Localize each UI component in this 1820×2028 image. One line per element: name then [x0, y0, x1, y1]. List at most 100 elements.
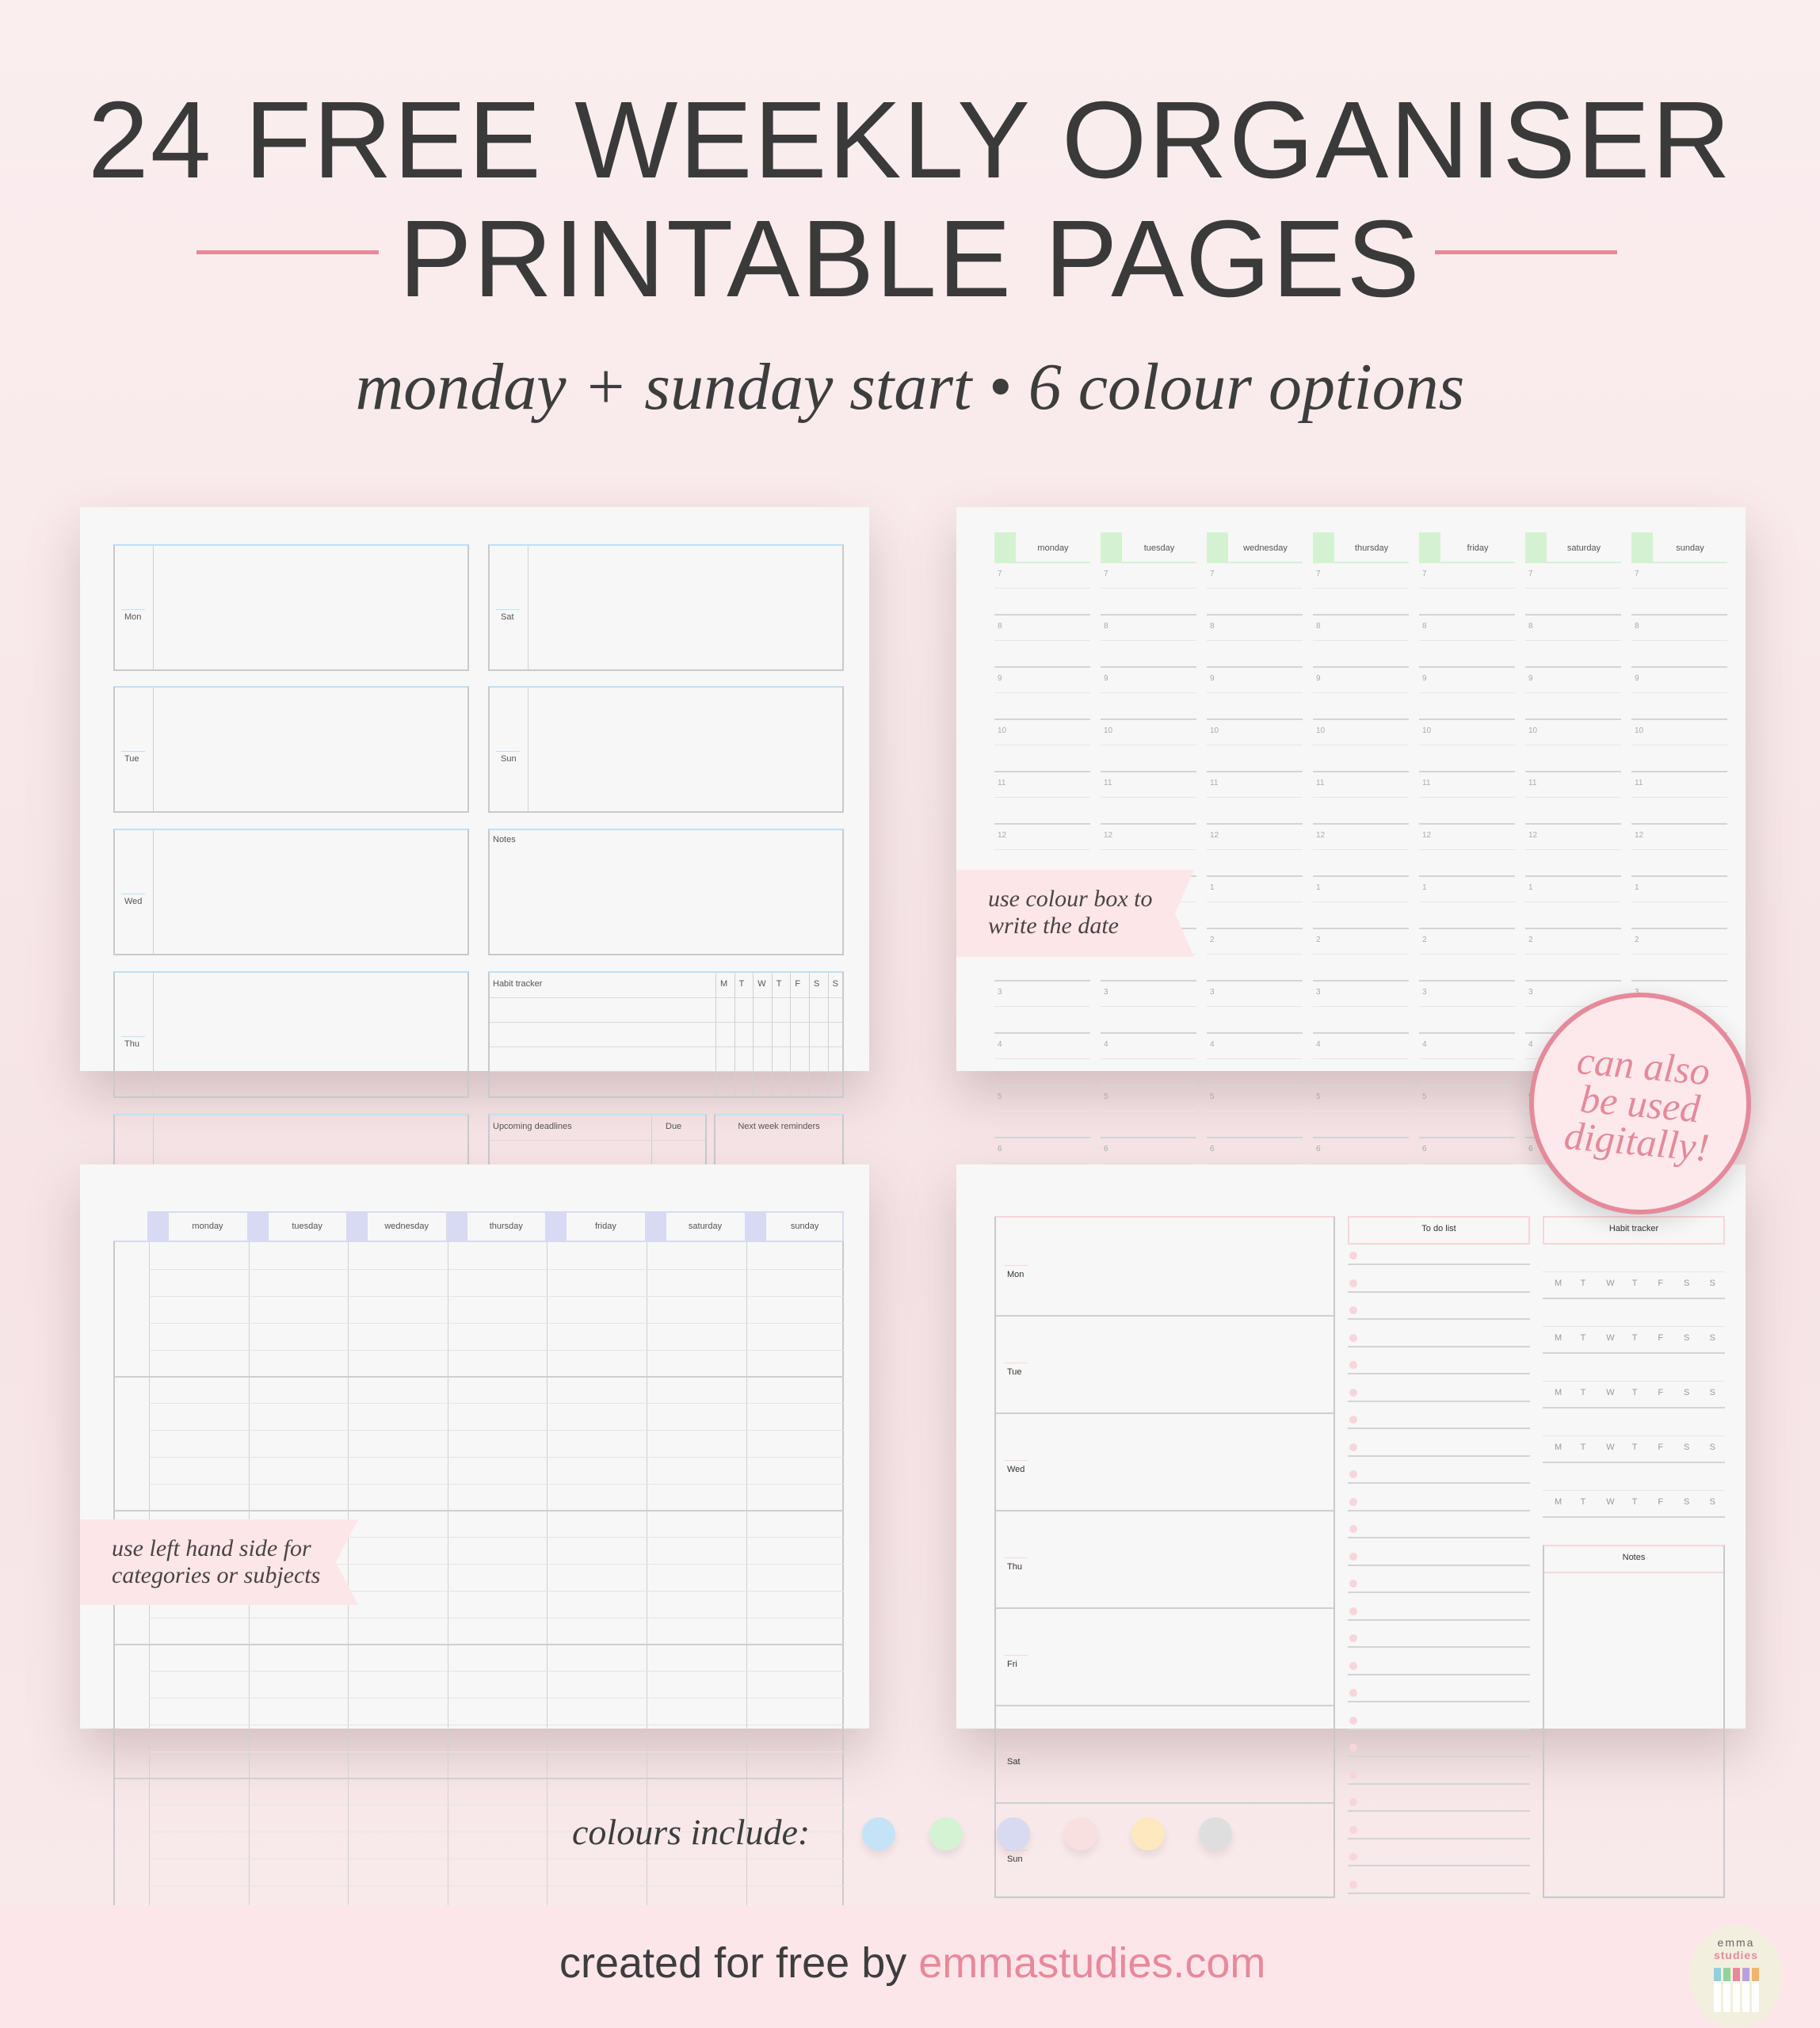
todo-bullet-icon[interactable] [1349, 1279, 1357, 1287]
hour-line [1525, 980, 1621, 982]
day-column-wednesday[interactable]: wednesday7891011121234567 [1207, 507, 1303, 1243]
half-hour-line [994, 588, 1090, 589]
hour-line [1631, 980, 1727, 982]
hour-label: 12 [1422, 831, 1432, 840]
todo-bullet-icon[interactable] [1349, 1388, 1357, 1397]
habit-day-label: F [1658, 1388, 1664, 1397]
hour-line [1207, 875, 1303, 877]
todo-line [1348, 1509, 1530, 1511]
todo-bullet-icon[interactable] [1349, 1416, 1357, 1424]
todo-line [1348, 1646, 1530, 1648]
day-header: sunday [1676, 543, 1704, 553]
date-colour-box [1419, 532, 1440, 562]
notes-box[interactable]: Notes [488, 829, 844, 955]
habit-day-label: T [1580, 1388, 1586, 1397]
sub-line [149, 1671, 844, 1672]
day-label-divider [153, 973, 154, 1096]
todo-bullet-icon[interactable] [1349, 1853, 1357, 1861]
day-box-sun[interactable]: Sun [488, 686, 844, 813]
hour-label: 7 [1422, 570, 1427, 578]
habit-tracker-box[interactable]: Habit tracker M T W T F S S [488, 971, 844, 1098]
block-line [115, 1778, 844, 1779]
day-box-sat[interactable]: Sat [488, 544, 844, 671]
hour-label: 4 [998, 1040, 1002, 1049]
todo-line [1348, 1755, 1530, 1757]
todo-line [1348, 1537, 1530, 1538]
day-label: Wed [124, 897, 143, 906]
notes-box[interactable]: Notes [1543, 1545, 1725, 1898]
day-box-thu[interactable]: Thu [113, 971, 469, 1098]
todo-header: To do list [1348, 1216, 1530, 1245]
half-hour-line [1207, 954, 1303, 955]
day-row-line [996, 1802, 1334, 1804]
logo-text-bottom: studies [1713, 1949, 1758, 1961]
date-colour-box [744, 1211, 766, 1241]
half-hour-line [1207, 640, 1303, 641]
habit-tracker-label: Habit tracker [493, 979, 543, 989]
hour-line [994, 719, 1090, 720]
habit-row-line [490, 1022, 842, 1023]
label-underline [1004, 1265, 1028, 1266]
todo-bullet-icon[interactable] [1349, 1607, 1357, 1615]
todo-bullet-icon[interactable] [1349, 1798, 1357, 1806]
hour-label: 8 [1422, 622, 1427, 631]
day-column-tuesday[interactable]: tuesday7891011121234567 [1101, 507, 1196, 1243]
hour-line [1101, 1032, 1196, 1034]
todo-bullet-icon[interactable] [1349, 1661, 1357, 1670]
divider-left [196, 250, 379, 254]
day-column-monday[interactable]: monday7891011121234567 [994, 507, 1090, 1243]
todo-bullet-icon[interactable] [1349, 1525, 1357, 1533]
hour-label: 11 [1104, 779, 1112, 787]
todo-line [1348, 1482, 1530, 1484]
todo-bullet-icon[interactable] [1349, 1552, 1357, 1561]
hour-label: 9 [1210, 674, 1215, 683]
footer-site-link[interactable]: emmastudies.com [918, 1939, 1265, 1987]
half-hour-line [1313, 1058, 1409, 1059]
block-line [115, 1510, 844, 1511]
hour-line [1207, 1137, 1303, 1138]
hour-line [1313, 614, 1409, 616]
day-column-friday[interactable]: friday7891011121234567 [1419, 507, 1515, 1243]
hour-line [1419, 823, 1515, 825]
hour-line [994, 614, 1090, 616]
todo-bullet-icon[interactable] [1349, 1634, 1357, 1642]
days-box[interactable]: Mon Tue Wed Thu Fri Sat Sun [994, 1216, 1335, 1898]
todo-bullet-icon[interactable] [1349, 1716, 1357, 1725]
day-column-saturday[interactable]: saturday7891011121234567 [1525, 507, 1621, 1243]
hour-line [1631, 719, 1727, 720]
todo-bullet-icon[interactable] [1349, 1443, 1357, 1451]
hour-line [1419, 771, 1515, 772]
hour-label: 2 [1635, 936, 1639, 944]
day-header: tuesday [1143, 543, 1175, 553]
todo-line [1348, 1428, 1530, 1429]
habit-top-line [1543, 1435, 1725, 1436]
todo-bullet-icon[interactable] [1349, 1361, 1357, 1369]
todo-bullet-icon[interactable] [1349, 1333, 1357, 1342]
hour-label: 6 [1528, 1145, 1533, 1153]
hour-line [1207, 614, 1303, 616]
day-box-wed[interactable]: Wed [113, 829, 469, 955]
hour-label: 5 [1316, 1092, 1321, 1101]
todo-bullet-icon[interactable] [1349, 1306, 1357, 1314]
half-hour-line [1207, 797, 1303, 798]
half-hour-line [1313, 588, 1409, 589]
hour-line [1313, 1137, 1409, 1138]
todo-bullet-icon[interactable] [1349, 1880, 1357, 1889]
todo-bullet-icon[interactable] [1349, 1689, 1357, 1697]
day-column-thursday[interactable]: thursday7891011121234567 [1313, 507, 1409, 1243]
todo-bullet-icon[interactable] [1349, 1497, 1357, 1506]
footer-prefix: created for free by [559, 1939, 907, 1987]
todo-bullet-icon[interactable] [1349, 1771, 1357, 1779]
hour-line [1525, 771, 1621, 772]
todo-bullet-icon[interactable] [1349, 1825, 1357, 1834]
todo-bullet-icon[interactable] [1349, 1252, 1357, 1260]
todo-bullet-icon[interactable] [1349, 1470, 1357, 1478]
day-column-line [746, 1242, 747, 1910]
day-box-tue[interactable]: Tue [113, 686, 469, 813]
colour-swatch [862, 1817, 895, 1851]
todo-bullet-icon[interactable] [1349, 1744, 1357, 1752]
day-box-mon[interactable]: Mon [113, 544, 469, 671]
day-column-sunday[interactable]: sunday7891011121234567 [1631, 507, 1727, 1243]
day-header: monday [1037, 543, 1069, 553]
todo-bullet-icon[interactable] [1349, 1580, 1357, 1588]
